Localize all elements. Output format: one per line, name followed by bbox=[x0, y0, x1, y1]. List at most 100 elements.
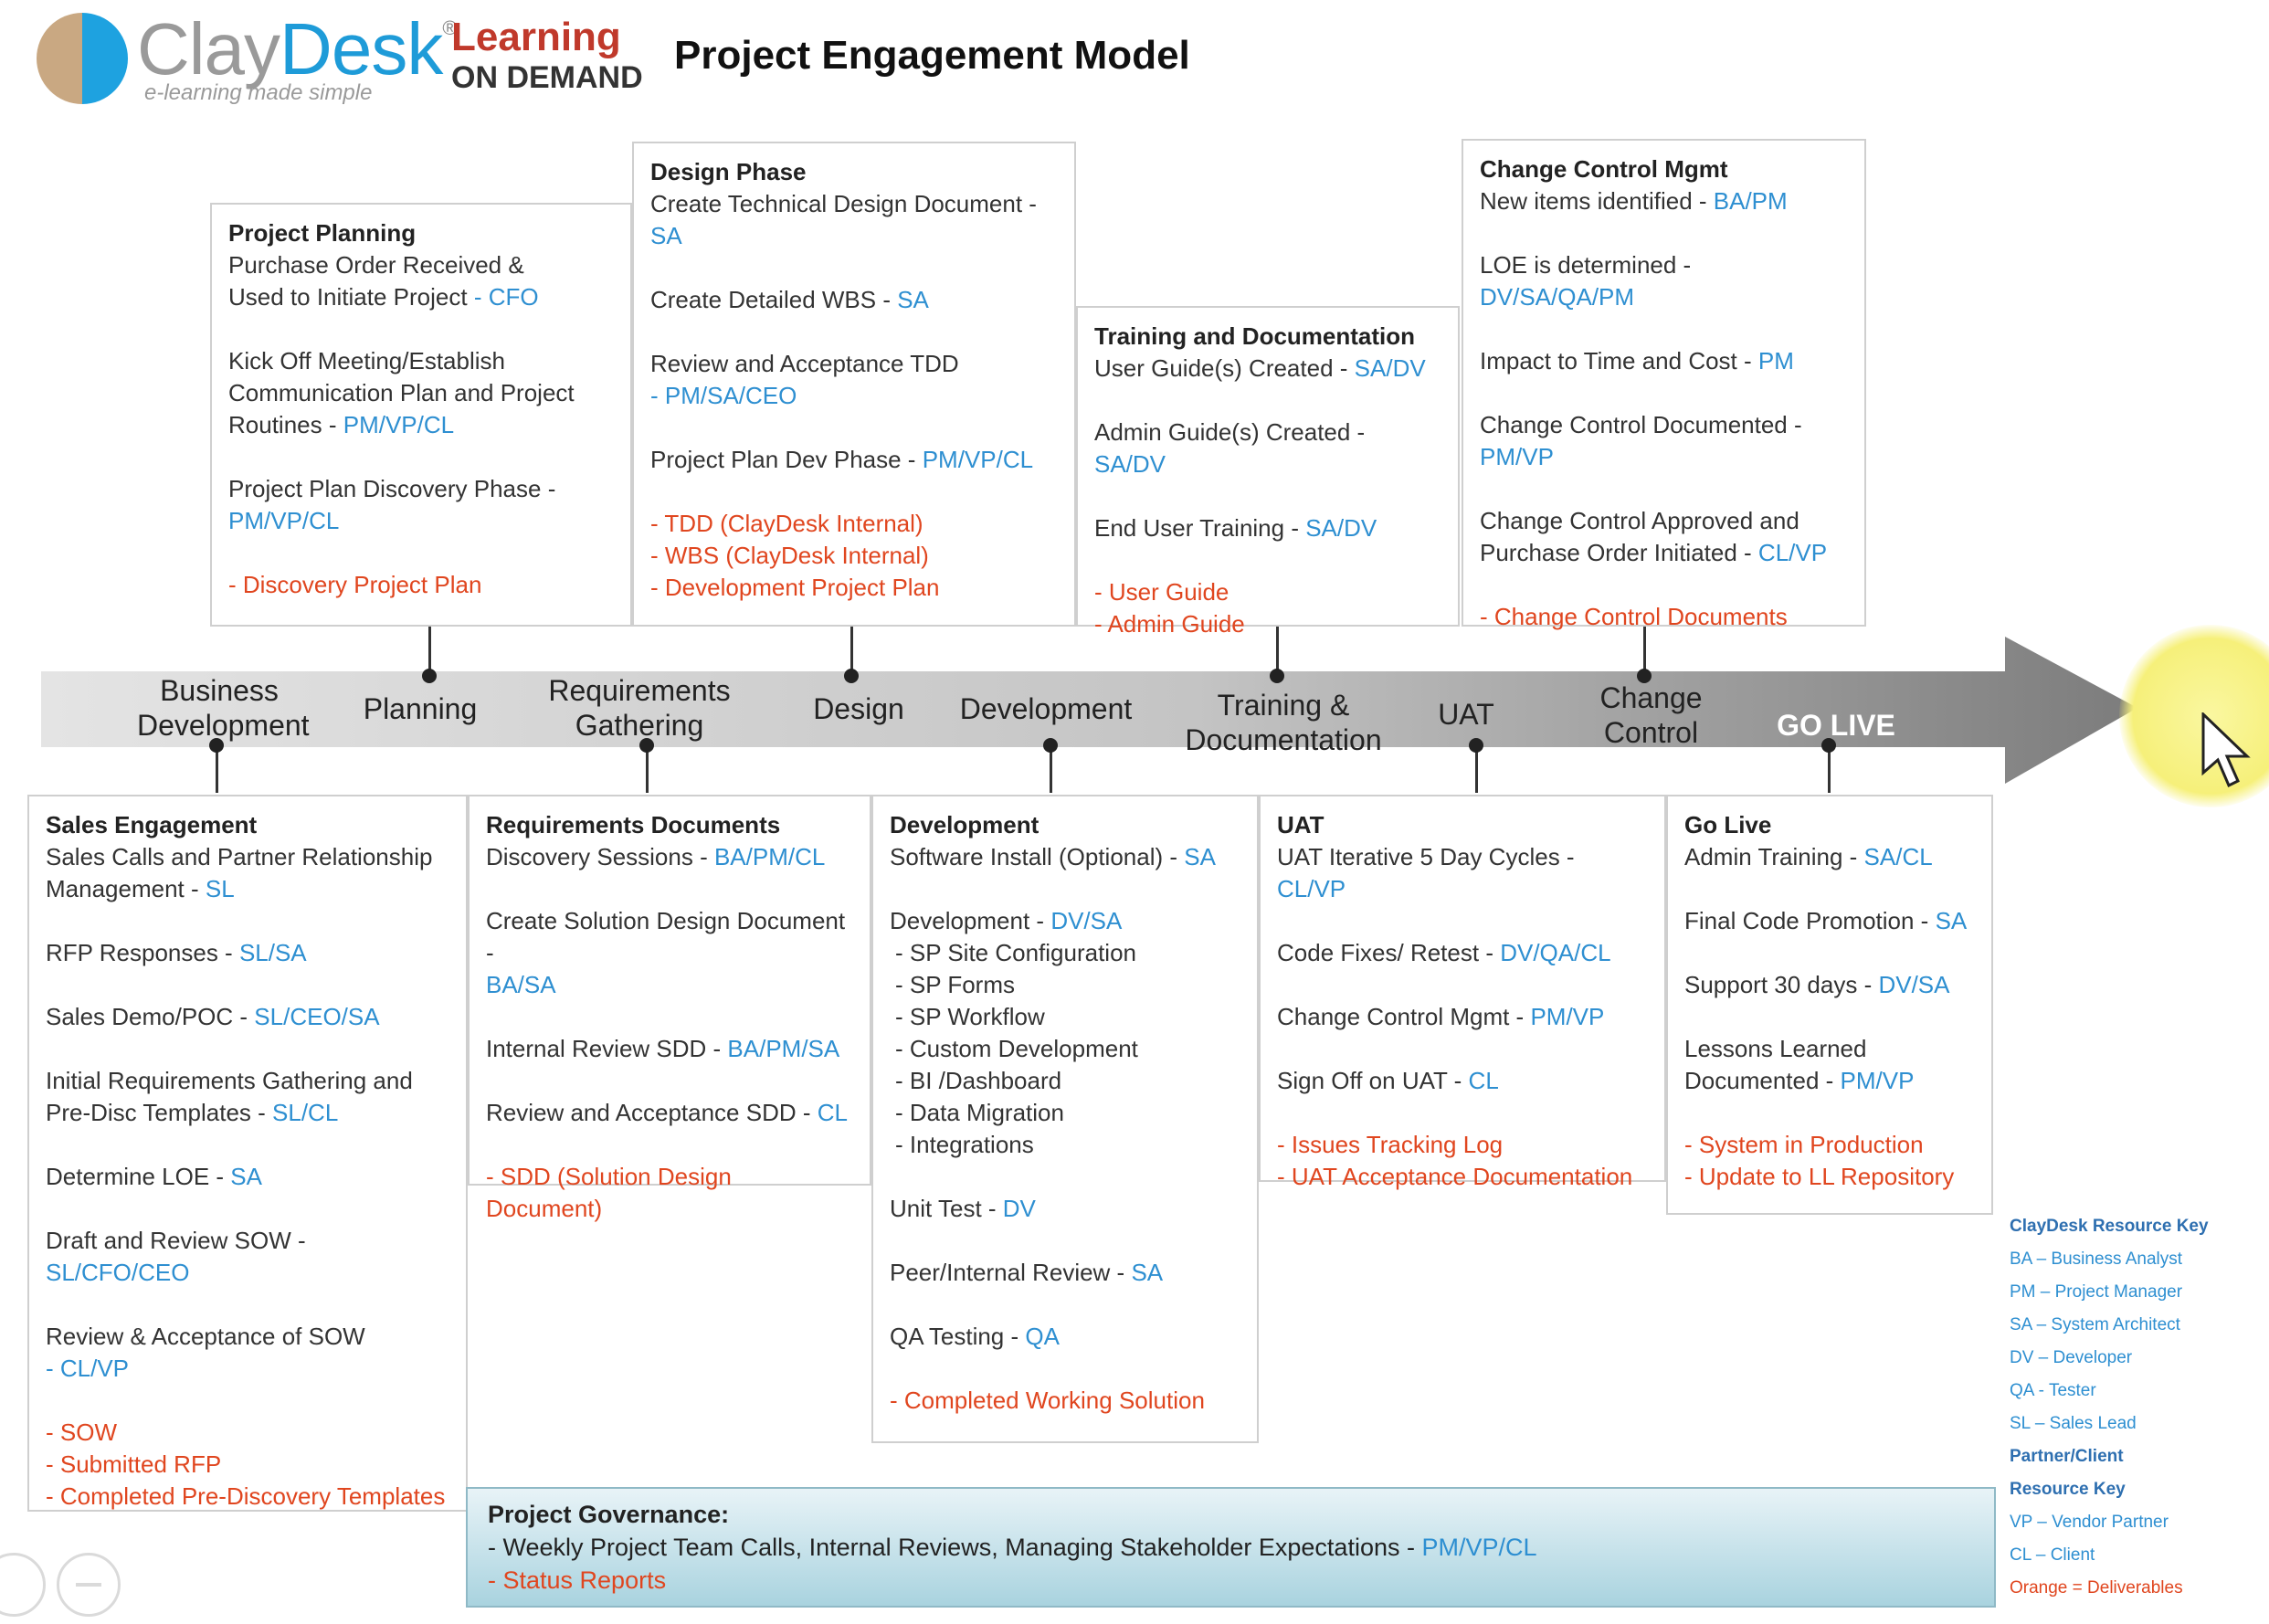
box-item-role: BA/PM bbox=[1713, 187, 1788, 215]
box-item-role: SA bbox=[897, 286, 929, 313]
box-subitem: - Data Migration bbox=[895, 1099, 1064, 1126]
box-item: QA Testing - QA bbox=[890, 1321, 1240, 1353]
box-item-text: Review and Acceptance SDD - bbox=[486, 1099, 818, 1126]
box-item: User Guide(s) Created - SA/DV bbox=[1094, 353, 1441, 385]
box-item-role: CL bbox=[817, 1099, 848, 1126]
phase-label-1: Planning bbox=[363, 692, 478, 725]
connector-dot-1 bbox=[844, 669, 859, 683]
phase-label-6: UAT bbox=[1438, 698, 1494, 731]
box-item-role: SA/DV bbox=[1305, 514, 1377, 542]
box-item: UAT Iterative 5 Day Cycles - CL/VP bbox=[1277, 841, 1648, 905]
box-item-role: SL/CFO/CEO bbox=[46, 1259, 190, 1286]
top-box-2: Training and Documentation User Guide(s) … bbox=[1076, 306, 1460, 638]
box-item: Admin Training - SA/CL bbox=[1684, 841, 1975, 873]
key-item: BA – Business Analyst bbox=[2010, 1250, 2183, 1269]
bottom-box-title: Go Live bbox=[1684, 811, 1772, 838]
box-item: Project Plan Dev Phase - PM/VP/CL bbox=[650, 444, 1058, 476]
box-item: Review and Acceptance SDD - CL bbox=[486, 1097, 853, 1129]
connector-dot-0 bbox=[422, 669, 437, 683]
box-item: Change Control Approved and Purchase Ord… bbox=[1480, 505, 1848, 569]
box-item: Lessons Learned Documented - PM/VP bbox=[1684, 1033, 1975, 1097]
box-item-role: PM/VP/CL bbox=[343, 411, 455, 438]
top-box-0: Project Planning Purchase Order Received … bbox=[210, 203, 632, 627]
box-item-text: Internal Review SDD - bbox=[486, 1035, 728, 1062]
box-item-role: SA bbox=[1131, 1259, 1164, 1286]
box-item: Create Solution Design Document - BA/SA bbox=[486, 905, 853, 1001]
box-item-text: Review and Acceptance TDD bbox=[650, 350, 959, 377]
phase-label-3: Design bbox=[813, 692, 904, 725]
bottom-box-4: Go Live Admin Training - SA/CL Final Code … bbox=[1666, 795, 1993, 1215]
project-governance-box: Project Governance: - Weekly Project Tea… bbox=[466, 1487, 1996, 1608]
box-item: Sign Off on UAT - CL bbox=[1277, 1065, 1648, 1097]
box-item-role: PM/VP bbox=[1530, 1003, 1605, 1030]
box-item-text: Software Install (Optional) - bbox=[890, 843, 1185, 870]
box-item-text: Initial Requirements Gathering and Pre-D… bbox=[46, 1067, 413, 1126]
box-item: Change Control Documented - PM/VP bbox=[1480, 409, 1848, 473]
top-box-1: Design Phase Create Technical Design Docu… bbox=[632, 142, 1076, 627]
box-item: Internal Review SDD - BA/PM/SA bbox=[486, 1033, 853, 1065]
box-item: New items identified - BA/PM bbox=[1480, 185, 1848, 217]
connector-dot-2 bbox=[1270, 669, 1284, 683]
box-item-role: SA bbox=[230, 1163, 262, 1190]
partner-key-title-1: Partner/Client bbox=[2010, 1447, 2124, 1466]
box-deliverable: - Change Control Documents bbox=[1480, 603, 1788, 630]
minus-circle-icon[interactable] bbox=[57, 1553, 121, 1617]
box-deliverable: - SOW bbox=[46, 1418, 117, 1446]
box-item: Project Plan Discovery Phase - PM/VP/CL bbox=[228, 473, 614, 537]
box-item-role: SA/DV bbox=[1094, 450, 1166, 478]
box-item: Determine LOE - SA bbox=[46, 1161, 449, 1193]
connector-dot-5 bbox=[639, 738, 654, 753]
box-deliverable: - Issues Tracking Log bbox=[1277, 1131, 1504, 1158]
box-item-role: SA/DV bbox=[1354, 354, 1426, 382]
box-deliverable: - Completed Working Solution bbox=[890, 1387, 1205, 1414]
bottom-box-title: Requirements Documents bbox=[486, 811, 781, 838]
connector-dot-3 bbox=[1637, 669, 1652, 683]
box-item: Draft and Review SOW - SL/CFO/CEO bbox=[46, 1225, 449, 1289]
connector-dot-4 bbox=[209, 738, 224, 753]
cursor-arrow-icon bbox=[2201, 712, 2251, 788]
box-item-text: RFP Responses - bbox=[46, 939, 239, 966]
connector-dot-8 bbox=[1821, 738, 1836, 753]
box-item-text: Sign Off on UAT - bbox=[1277, 1067, 1469, 1094]
box-deliverable: - Admin Guide bbox=[1094, 610, 1245, 638]
phase-label-4: Development bbox=[959, 692, 1133, 725]
box-item-text: Sales Demo/POC - bbox=[46, 1003, 255, 1030]
claydesk-key-list: BA – Business Analyst PM – Project Manage… bbox=[2010, 1243, 2209, 1440]
box-item-role: DV bbox=[1002, 1195, 1036, 1222]
box-subitem: - Custom Development bbox=[895, 1035, 1138, 1062]
key-item: QA - Tester bbox=[2010, 1381, 2096, 1400]
box-item-role: SA bbox=[1184, 843, 1216, 870]
box-item-role: BA/PM/SA bbox=[727, 1035, 840, 1062]
box-deliverable: - Discovery Project Plan bbox=[228, 571, 482, 598]
box-deliverable: - Update to LL Repository bbox=[1684, 1163, 1955, 1190]
box-deliverable: - Development Project Plan bbox=[650, 574, 940, 601]
box-deliverable: - Submitted RFP bbox=[46, 1450, 222, 1478]
box-item: Create Technical Design Document - SA bbox=[650, 188, 1058, 252]
box-item-role: PM/VP bbox=[1840, 1067, 1915, 1094]
box-item-text: Sales Calls and Partner Relationship Man… bbox=[46, 843, 433, 902]
partner-key-title-2: Resource Key bbox=[2010, 1480, 2126, 1499]
claydesk-key-title: ClayDesk Resource Key bbox=[2010, 1217, 2209, 1236]
box-item-text: End User Training - bbox=[1094, 514, 1306, 542]
box-subitem: - BI /Dashboard bbox=[895, 1067, 1062, 1094]
box-item: Kick Off Meeting/Establish Communication… bbox=[228, 345, 614, 441]
resource-key: ClayDesk Resource Key BA – Business Anal… bbox=[2010, 1210, 2209, 1605]
box-item-role: - CFO bbox=[473, 283, 539, 311]
box-item-text: Change Control Documented - bbox=[1480, 411, 1802, 438]
box-item-role: SA/CL bbox=[1863, 843, 1933, 870]
